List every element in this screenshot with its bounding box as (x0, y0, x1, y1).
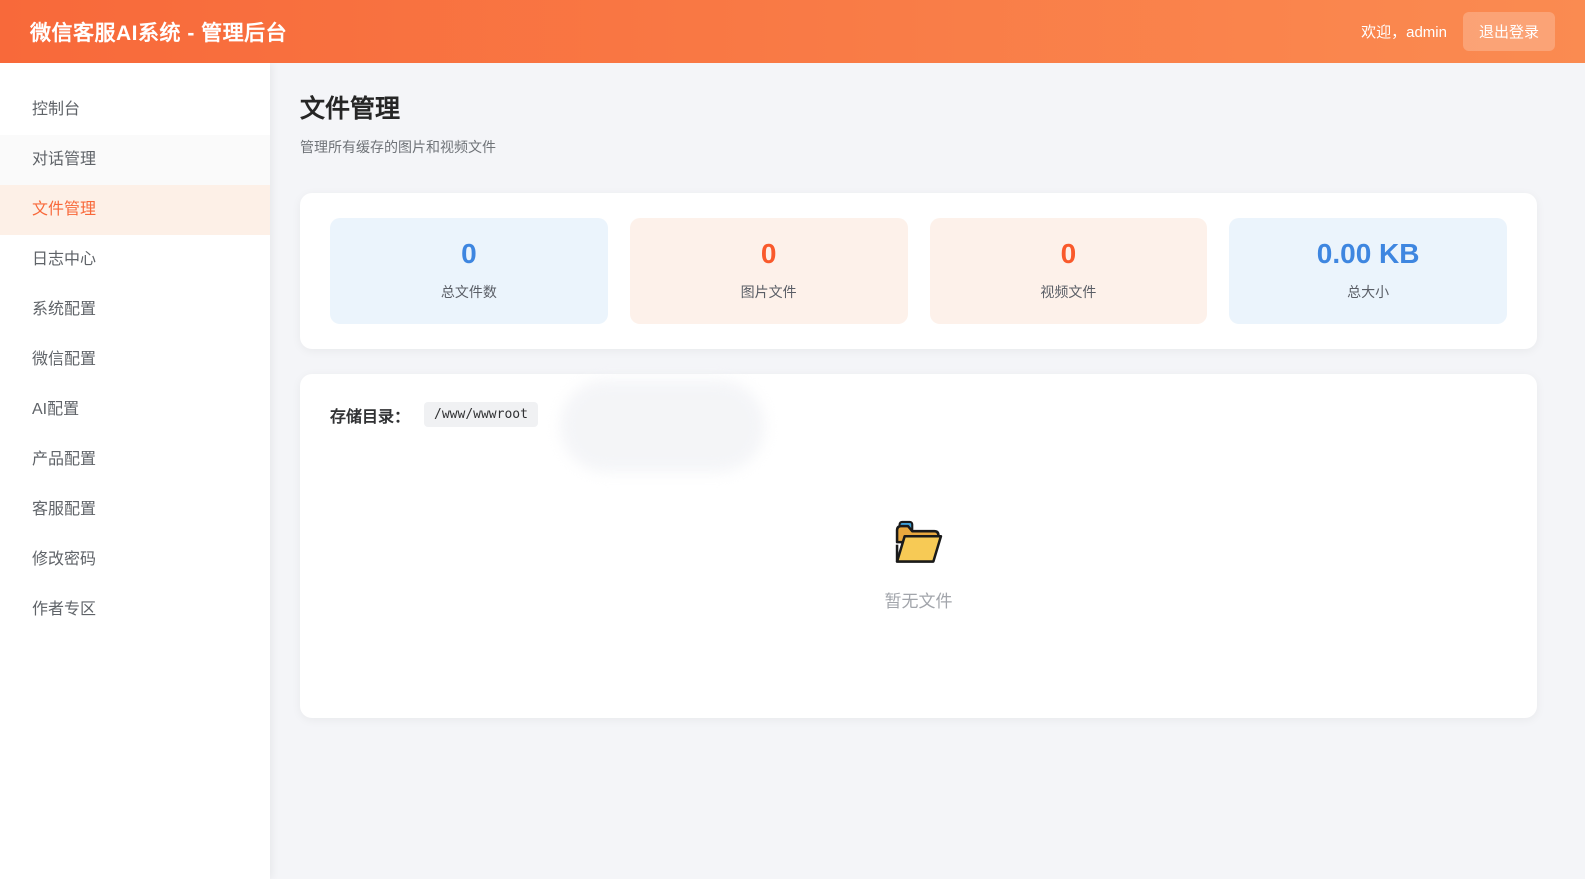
empty-state-text: 暂无文件 (884, 592, 953, 611)
layout: 控制台 对话管理 文件管理 日志中心 系统配置 微信配置 AI配置 产品配置 客… (0, 63, 1585, 879)
welcome-text: 欢迎，admin (1361, 24, 1447, 41)
sidebar-item-conversations[interactable]: 对话管理 (0, 135, 270, 185)
sidebar-item-system-config[interactable]: 系统配置 (0, 285, 270, 335)
sidebar-item-ai-config[interactable]: AI配置 (0, 385, 270, 435)
stat-card-total-size: 0.00 KB 总大小 (1229, 218, 1507, 324)
stat-card-total-files: 0 总文件数 (330, 218, 608, 324)
sidebar-item-dashboard[interactable]: 控制台 (0, 85, 270, 135)
sidebar-item-logs[interactable]: 日志中心 (0, 235, 270, 285)
sidebar-item-change-password[interactable]: 修改密码 (0, 535, 270, 585)
sidebar-item-wechat-config[interactable]: 微信配置 (0, 335, 270, 385)
stat-card-video-files: 0 视频文件 (929, 218, 1208, 324)
stat-label-video-files: 视频文件 (1040, 284, 1097, 300)
files-panel: 存储目录： /www/wwwroot 暂无文件 (300, 374, 1537, 718)
page-title: 文件管理 (300, 95, 401, 123)
stat-label-total-size: 总大小 (1347, 284, 1390, 300)
app-title: 微信客服AI系统 - 管理后台 (30, 21, 288, 45)
sidebar-item-files[interactable]: 文件管理 (0, 185, 270, 235)
stats-panel: 0 总文件数 0 图片文件 0 视频文件 0.00 KB 总大小 (300, 193, 1537, 349)
empty-state: 暂无文件 (330, 519, 1507, 612)
app-header: 微信客服AI系统 - 管理后台 欢迎，admin 退出登录 (0, 0, 1585, 63)
stat-label-total-files: 总文件数 (440, 284, 497, 300)
header-right: 欢迎，admin 退出登录 (1361, 12, 1555, 51)
storage-directory-row: 存储目录： /www/wwwroot (330, 402, 1507, 427)
sidebar: 控制台 对话管理 文件管理 日志中心 系统配置 微信配置 AI配置 产品配置 客… (0, 63, 270, 879)
sidebar-item-service-config[interactable]: 客服配置 (0, 485, 270, 535)
stat-card-image-files: 0 图片文件 (629, 218, 908, 324)
sidebar-item-author-zone[interactable]: 作者专区 (0, 585, 270, 635)
stat-value-video-files: 0 (1060, 238, 1077, 269)
main-content: 文件管理 管理所有缓存的图片和视频文件 0 总文件数 0 图片文件 0 视频文件… (270, 63, 1585, 879)
stat-value-image-files: 0 (760, 238, 777, 269)
storage-directory-label: 存储目录： (330, 408, 411, 426)
stat-value-total-size: 0.00 KB (1316, 238, 1420, 269)
stat-label-image-files: 图片文件 (740, 284, 797, 300)
storage-directory-path: /www/wwwroot (424, 402, 538, 427)
sidebar-item-product-config[interactable]: 产品配置 (0, 435, 270, 485)
page-subtitle: 管理所有缓存的图片和视频文件 (300, 139, 496, 155)
sidebar-nav: 控制台 对话管理 文件管理 日志中心 系统配置 微信配置 AI配置 产品配置 客… (0, 85, 270, 635)
open-folder-icon (895, 520, 942, 563)
stat-value-total-files: 0 (461, 238, 477, 269)
logout-button[interactable]: 退出登录 (1462, 12, 1555, 51)
